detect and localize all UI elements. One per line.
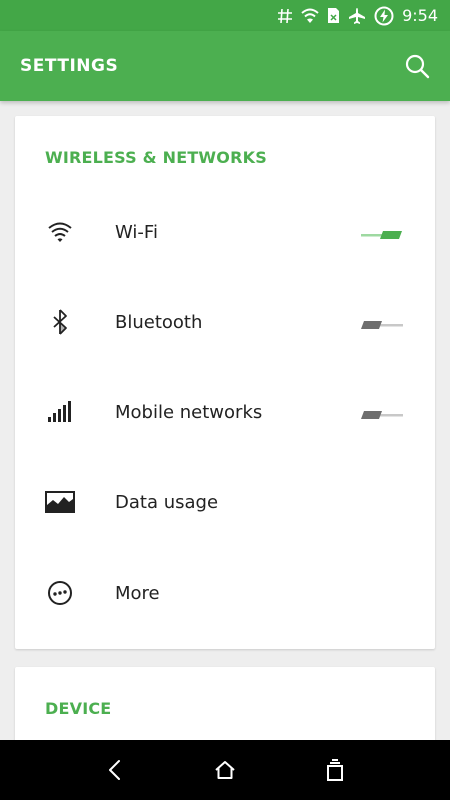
home-icon[interactable] — [205, 750, 245, 790]
section-header-device: DEVICE — [45, 699, 112, 718]
navigation-bar — [0, 740, 450, 800]
settings-item-label: More — [115, 582, 160, 604]
recents-icon[interactable] — [315, 750, 355, 790]
battery-charging-icon — [374, 0, 394, 31]
settings-item-label: Data usage — [115, 491, 219, 513]
sim-card-icon — [327, 0, 340, 31]
settings-item-more[interactable]: More — [15, 548, 435, 638]
mobile-networks-toggle[interactable] — [361, 406, 403, 419]
settings-item-bluetooth[interactable]: Bluetooth — [15, 277, 435, 367]
clock: 9:54 — [402, 6, 438, 25]
settings-item-label: Bluetooth — [115, 311, 203, 333]
airplane-icon — [348, 0, 366, 31]
settings-item-label: Wi-Fi — [115, 221, 158, 243]
settings-item-mobile-networks[interactable]: Mobile networks — [15, 367, 435, 457]
settings-item-wifi[interactable]: Wi-Fi — [15, 187, 435, 277]
data-usage-icon — [45, 487, 75, 517]
wifi-icon — [45, 217, 75, 247]
bluetooth-toggle[interactable] — [361, 316, 403, 329]
hash-icon — [277, 0, 293, 31]
search-icon[interactable] — [402, 51, 432, 81]
settings-item-label: Mobile networks — [115, 401, 263, 423]
page-title: SETTINGS — [20, 56, 119, 76]
bluetooth-icon — [45, 307, 75, 337]
signal-icon — [45, 397, 75, 427]
settings-item-data-usage[interactable]: Data usage — [15, 457, 435, 547]
wifi-icon — [301, 0, 319, 31]
section-header-wireless: WIRELESS & NETWORKS — [45, 148, 267, 167]
back-icon[interactable] — [95, 750, 135, 790]
more-icon — [45, 578, 75, 608]
status-bar: 9:54 — [0, 0, 450, 31]
wifi-toggle[interactable] — [361, 226, 403, 239]
app-bar: SETTINGS — [0, 31, 450, 101]
wireless-networks-card: WIRELESS & NETWORKS Wi-Fi Bluetooth Mobi… — [15, 116, 435, 649]
